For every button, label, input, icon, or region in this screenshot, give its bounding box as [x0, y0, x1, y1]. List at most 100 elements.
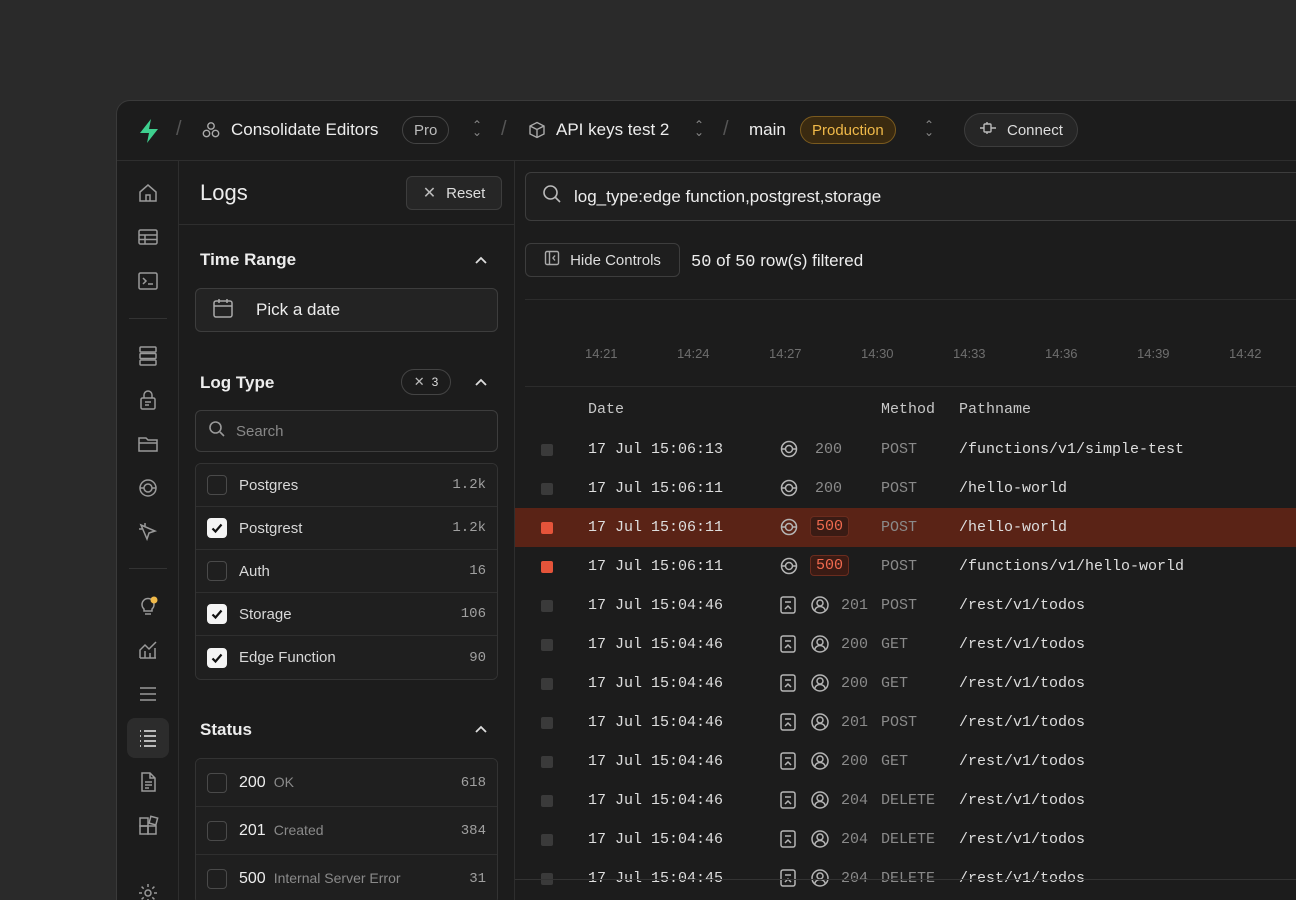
- date-placeholder: Pick a date: [256, 300, 341, 319]
- status-option[interactable]: 500 Internal Server Error 31: [196, 855, 497, 900]
- checkbox-checked-icon[interactable]: [207, 647, 227, 668]
- row-method: POST: [881, 714, 918, 731]
- log-explorer-icon[interactable]: [127, 718, 169, 758]
- level-indicator: [541, 717, 553, 729]
- log-type-option[interactable]: Postgrest 1.2k: [196, 507, 497, 550]
- row-pathname: /rest/v1/todos: [959, 714, 1086, 731]
- rail-separator: [129, 568, 167, 569]
- column-pathname[interactable]: Pathname: [959, 401, 1031, 418]
- row-date: 17 Jul 15:06:11: [588, 480, 724, 497]
- branch-name[interactable]: main: [749, 120, 786, 140]
- log-type-option[interactable]: Storage 106: [196, 593, 497, 636]
- settings-gear-icon[interactable]: [127, 873, 169, 900]
- status-code: 201: [239, 821, 266, 839]
- project-switcher-chevron-icon[interactable]: ⌃ ⌄: [694, 119, 704, 138]
- auth-lock-icon[interactable]: [127, 380, 169, 420]
- storage-folder-icon[interactable]: [127, 424, 169, 464]
- table-row[interactable]: 17 Jul 15:06:11 500 POST/hello-world: [515, 508, 1296, 547]
- timeline-tick-label: 14:42: [1229, 346, 1262, 361]
- reset-button[interactable]: ✕ Reset: [406, 176, 502, 210]
- user-icon: [810, 634, 830, 659]
- column-date[interactable]: Date: [588, 401, 624, 418]
- status-title: Status: [200, 720, 252, 739]
- level-indicator: [541, 600, 553, 612]
- project-cube-icon: [528, 121, 546, 139]
- environment-badge: Production: [800, 116, 896, 144]
- table-row[interactable]: 17 Jul 15:06:13 200 POST/functions/v1/simp…: [515, 430, 1296, 469]
- reports-chart-icon[interactable]: [127, 630, 169, 670]
- connect-button[interactable]: Connect: [964, 113, 1078, 147]
- date-picker-button[interactable]: Pick a date: [195, 288, 498, 332]
- log-type-search[interactable]: [195, 410, 498, 452]
- table-row[interactable]: 17 Jul 15:04:46 200 GET/rest/v1/todos: [515, 742, 1296, 781]
- user-icon: [810, 751, 830, 776]
- chevron-up-icon[interactable]: [473, 721, 489, 737]
- org-name[interactable]: Consolidate Editors: [231, 120, 378, 140]
- row-status: 201: [841, 714, 869, 731]
- table-row[interactable]: 17 Jul 15:04:46 201 POST/rest/v1/todos: [515, 586, 1296, 625]
- row-pathname: /rest/v1/todos: [959, 675, 1086, 692]
- checkbox-checked-icon[interactable]: [207, 604, 227, 624]
- row-status: 500: [810, 516, 850, 537]
- checkbox-icon[interactable]: [207, 869, 227, 889]
- search-input[interactable]: [236, 422, 476, 440]
- page-title: Logs: [200, 180, 248, 205]
- app-window: / Consolidate Editors Pro ⌃ ⌄ / API keys …: [116, 100, 1296, 900]
- api-docs-icon[interactable]: [127, 762, 169, 802]
- home-icon[interactable]: [127, 173, 169, 213]
- user-icon: [810, 829, 830, 854]
- database-icon[interactable]: [127, 336, 169, 376]
- logs-list-icon[interactable]: [127, 674, 169, 714]
- advisors-bulb-icon[interactable]: [127, 586, 169, 626]
- column-method[interactable]: Method: [881, 401, 935, 418]
- checkbox-icon[interactable]: [207, 475, 227, 495]
- api-rest-icon: [779, 829, 797, 854]
- table-row[interactable]: 17 Jul 15:06:11 500 POST/functions/v1/hell…: [515, 547, 1296, 586]
- table-row[interactable]: 17 Jul 15:04:46 204 DELETE/rest/v1/todos: [515, 820, 1296, 859]
- row-status: 200: [815, 441, 843, 458]
- log-type-label: Postgrest: [239, 519, 303, 537]
- log-type-option[interactable]: Edge Function 90: [196, 636, 497, 679]
- table-row[interactable]: 17 Jul 15:04:46 204 DELETE/rest/v1/todos: [515, 781, 1296, 820]
- log-type-option[interactable]: Auth 16: [196, 550, 497, 593]
- chevron-up-icon[interactable]: [473, 252, 489, 268]
- level-indicator: [541, 639, 553, 651]
- realtime-cursor-icon[interactable]: [127, 512, 169, 552]
- level-indicator: [541, 795, 553, 807]
- timeline-chart[interactable]: 14:21 14:24 14:27 14:30 14:33 14:36 14:39 14:42: [525, 299, 1296, 387]
- query-bar[interactable]: log_type:edge function,postgrest,storage: [525, 172, 1296, 221]
- log-type-option[interactable]: Postgres 1.2k: [196, 464, 497, 507]
- supabase-logo-icon[interactable]: [137, 118, 161, 144]
- integrations-icon[interactable]: [127, 806, 169, 846]
- sql-editor-icon[interactable]: [127, 261, 169, 301]
- user-icon: [810, 673, 830, 698]
- checkbox-icon[interactable]: [207, 561, 227, 581]
- clear-log-type-badge[interactable]: ✕ 3: [401, 369, 451, 395]
- org-icon: [202, 121, 220, 139]
- project-name[interactable]: API keys test 2: [556, 120, 669, 140]
- table-editor-icon[interactable]: [127, 217, 169, 257]
- filtered-suffix: row(s) filtered: [760, 251, 864, 270]
- branch-switcher-chevron-icon[interactable]: ⌃ ⌄: [924, 119, 934, 138]
- row-pathname: /hello-world: [959, 480, 1068, 497]
- table-row[interactable]: 17 Jul 15:06:11 200 POST/hello-world: [515, 469, 1296, 508]
- hide-controls-button[interactable]: Hide Controls: [525, 243, 680, 277]
- table-row[interactable]: 17 Jul 15:04:46 200 GET/rest/v1/todos: [515, 625, 1296, 664]
- checkbox-icon[interactable]: [207, 772, 227, 793]
- api-rest-icon: [779, 595, 797, 620]
- search-icon: [542, 184, 562, 209]
- status-option[interactable]: 200 OK 618: [196, 759, 497, 807]
- status-desc: Internal Server Error: [273, 870, 401, 886]
- chevron-up-icon[interactable]: [473, 374, 489, 390]
- checkbox-icon[interactable]: [207, 820, 227, 841]
- timeline-tick-label: 14:24: [677, 346, 710, 361]
- edge-functions-icon[interactable]: [127, 468, 169, 508]
- table-bottom-border: [515, 879, 1296, 880]
- table-row[interactable]: 17 Jul 15:04:46 200 GET/rest/v1/todos: [515, 664, 1296, 703]
- level-indicator: [541, 522, 553, 534]
- table-row[interactable]: 17 Jul 15:04:46 201 POST/rest/v1/todos: [515, 703, 1296, 742]
- checkbox-checked-icon[interactable]: [207, 518, 227, 538]
- status-option[interactable]: 201 Created 384: [196, 807, 497, 855]
- timeline-tick-label: 14:21: [585, 346, 618, 361]
- org-switcher-chevron-icon[interactable]: ⌃ ⌄: [472, 119, 482, 138]
